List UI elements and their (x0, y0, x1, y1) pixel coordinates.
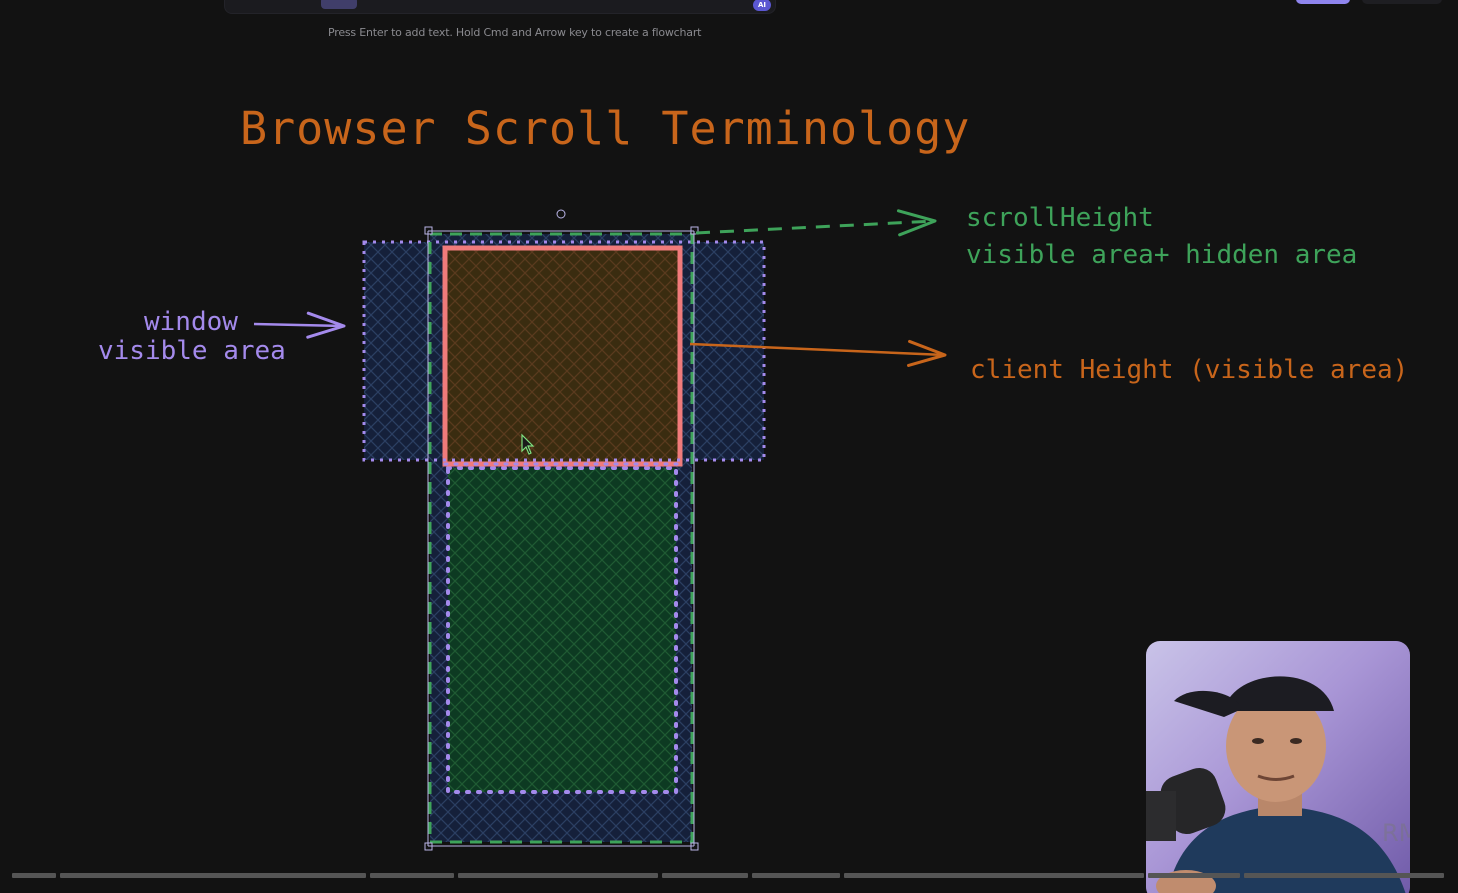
timeline-segment[interactable] (12, 873, 56, 878)
timeline-segment[interactable] (60, 873, 366, 878)
timeline-segment[interactable] (1148, 873, 1240, 878)
excalidraw-canvas[interactable]: AI Press Enter to add text. Hold Cmd and… (0, 0, 1458, 893)
client-height-label[interactable]: client Height (visible area) (970, 355, 1408, 385)
scroll-height-arrow (695, 209, 937, 237)
webcam-overlay: RM (1146, 641, 1410, 893)
scroll-height-desc-label[interactable]: visible area+ hidden area (966, 240, 1357, 270)
timeline-segment[interactable] (370, 873, 454, 878)
scroll-height-label[interactable]: scrollHeight (966, 203, 1154, 233)
timeline-segment[interactable] (752, 873, 840, 878)
video-timeline[interactable] (0, 873, 1458, 879)
window-label[interactable]: window (144, 307, 238, 337)
timeline-segment[interactable] (662, 873, 748, 878)
presenter-image (1146, 676, 1406, 893)
channel-watermark: RM (1382, 819, 1410, 847)
window-arrow (253, 311, 346, 339)
timeline-segment[interactable] (844, 873, 1144, 878)
window-visible-area-label[interactable]: visible area (98, 336, 286, 366)
timeline-segment[interactable] (458, 873, 658, 878)
timeline-segment[interactable] (1244, 873, 1444, 878)
